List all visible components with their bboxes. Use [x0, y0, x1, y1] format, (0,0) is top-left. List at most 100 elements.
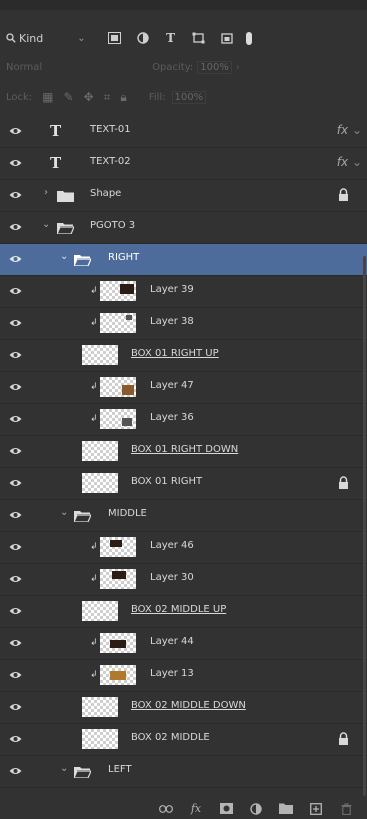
eye-icon[interactable] [9, 766, 22, 776]
eye-icon[interactable] [9, 350, 22, 360]
layer-row[interactable]: BOX 02 MIDDLE UP [0, 596, 367, 628]
eye-icon[interactable] [9, 190, 22, 200]
lock-image-icon[interactable]: ✎ [64, 90, 74, 104]
eye-icon[interactable] [9, 638, 22, 648]
chevron-right-icon[interactable]: › [44, 187, 48, 198]
layer-thumbnail [100, 281, 136, 301]
chevron-down-icon[interactable]: ⌄ [60, 251, 68, 262]
effects-indicator[interactable]: fx ⌄ [337, 123, 362, 137]
group-row-selected[interactable]: ⌄ RIGHT [0, 244, 367, 276]
layer-row[interactable]: BOX 01 RIGHT DOWN [0, 436, 367, 468]
layer-thumbnail [82, 601, 118, 621]
eye-icon[interactable] [9, 478, 22, 488]
layer-row[interactable]: BOX 01 RIGHT [0, 468, 367, 500]
layer-name: Layer 47 [150, 380, 194, 391]
layer-row[interactable]: BOX 02 MIDDLE DOWN [0, 692, 367, 724]
layer-name: Layer 44 [150, 636, 194, 647]
eye-icon[interactable] [9, 126, 22, 136]
delete-icon[interactable] [339, 802, 353, 816]
eye-icon[interactable] [9, 382, 22, 392]
eye-icon[interactable] [9, 542, 22, 552]
new-group-icon[interactable] [279, 802, 293, 816]
eye-icon[interactable] [9, 222, 22, 232]
adjustment-filter-icon[interactable] [136, 31, 150, 45]
layer-thumbnail [100, 569, 136, 589]
chevron-down-icon[interactable]: ⌄ [60, 763, 68, 774]
layer-name: Layer 46 [150, 540, 194, 551]
filter-toggle-switch[interactable] [245, 31, 252, 45]
add-style-button[interactable]: fx [189, 802, 203, 816]
fill-label: Fill: [148, 91, 166, 103]
layer-thumbnail [82, 441, 118, 461]
chevron-down-icon[interactable]: ⌄ [42, 219, 50, 230]
layer-name: BOX 02 MIDDLE [131, 732, 210, 743]
clipping-mask-icon: ↲ [90, 542, 98, 552]
group-row[interactable]: ⌄ PGOTO 3 [0, 212, 367, 244]
adjustment-layer-icon[interactable] [249, 802, 263, 816]
kind-filter-dropdown[interactable]: Kind ⌄ [6, 32, 86, 45]
layer-row[interactable]: ↲ Layer 39 [0, 276, 367, 308]
eye-icon[interactable] [9, 414, 22, 424]
group-row[interactable]: › Shape [0, 180, 367, 212]
layer-name: Layer 13 [150, 668, 194, 679]
layer-name: Layer 30 [150, 572, 194, 583]
layer-row[interactable]: ↲ Layer 36 [0, 404, 367, 436]
eye-icon[interactable] [9, 158, 22, 168]
group-name: LEFT [108, 764, 132, 775]
eye-icon[interactable] [9, 318, 22, 328]
smart-object-filter-icon[interactable] [220, 31, 234, 45]
group-row[interactable]: ⌄ LEFT [0, 756, 367, 788]
layer-row[interactable]: ↲ Layer 13 [0, 660, 367, 692]
layer-row[interactable]: T TEXT-02 fx ⌄ [0, 148, 367, 180]
eye-icon[interactable] [9, 446, 22, 456]
pixel-filter-icon[interactable] [108, 31, 122, 45]
layer-row[interactable]: ↲ Layer 46 [0, 532, 367, 564]
chevron-down-icon[interactable]: ⌄ [60, 507, 68, 518]
eye-icon[interactable] [9, 510, 22, 520]
lock-transparent-icon[interactable]: ▦ [42, 90, 53, 104]
lock-all-icon[interactable]: 🔒︎ [120, 90, 126, 105]
layer-row[interactable]: BOX 02 MIDDLE [0, 724, 367, 756]
effects-indicator[interactable]: fx ⌄ [337, 155, 362, 169]
layer-row[interactable]: ↲ Layer 30 [0, 564, 367, 596]
layer-name: BOX 01 RIGHT [131, 476, 203, 487]
text-layer-icon: T [50, 154, 62, 172]
eye-icon[interactable] [9, 670, 22, 680]
layer-name: BOX 01 RIGHT DOWN [131, 444, 239, 455]
eye-icon[interactable] [9, 606, 22, 616]
link-layers-icon[interactable] [159, 802, 173, 816]
lock-position-icon[interactable]: ✥ [84, 90, 94, 104]
layer-row[interactable]: ↲ Layer 44 [0, 628, 367, 660]
eye-icon[interactable] [9, 286, 22, 296]
layer-row[interactable]: T TEXT-01 fx ⌄ [0, 116, 367, 148]
lock-icon [339, 732, 348, 745]
opacity-input[interactable]: 100% [197, 60, 232, 74]
group-name: RIGHT [108, 252, 140, 263]
new-layer-icon[interactable] [309, 802, 323, 816]
group-name: MIDDLE [108, 508, 147, 519]
layer-row[interactable]: BOX 01 RIGHT UP [0, 340, 367, 372]
layer-thumbnail [82, 697, 118, 717]
lock-row: Lock: ▦ ✎ ✥ ⌗ 🔒︎ Fill: 100% [0, 86, 367, 108]
lock-icon [339, 476, 348, 489]
group-row[interactable]: ⌄ MIDDLE [0, 500, 367, 532]
layer-row[interactable]: ↲ Layer 47 [0, 372, 367, 404]
lock-artboard-icon[interactable]: ⌗ [104, 90, 111, 105]
scrollbar[interactable] [363, 256, 366, 796]
fill-input[interactable]: 100% [171, 90, 207, 104]
eye-icon[interactable] [9, 574, 22, 584]
type-filter-icon[interactable]: T [164, 31, 178, 45]
text-layer-icon: T [50, 122, 62, 140]
layers-list: T TEXT-01 fx ⌄ T TEXT-02 fx ⌄ › Shape ⌄ … [0, 116, 367, 798]
eye-icon[interactable] [9, 254, 22, 264]
eye-icon[interactable] [9, 702, 22, 712]
opacity-chevron-icon[interactable]: › [236, 62, 240, 73]
layer-row[interactable]: ↲ Layer 38 [0, 308, 367, 340]
eye-icon[interactable] [9, 734, 22, 744]
folder-open-icon [74, 511, 91, 522]
layer-name: TEXT-01 [90, 124, 131, 135]
shape-filter-icon[interactable] [192, 31, 206, 45]
folder-open-icon [74, 255, 91, 266]
blend-mode-select[interactable]: Normal [6, 62, 42, 73]
add-mask-icon[interactable] [219, 802, 233, 816]
